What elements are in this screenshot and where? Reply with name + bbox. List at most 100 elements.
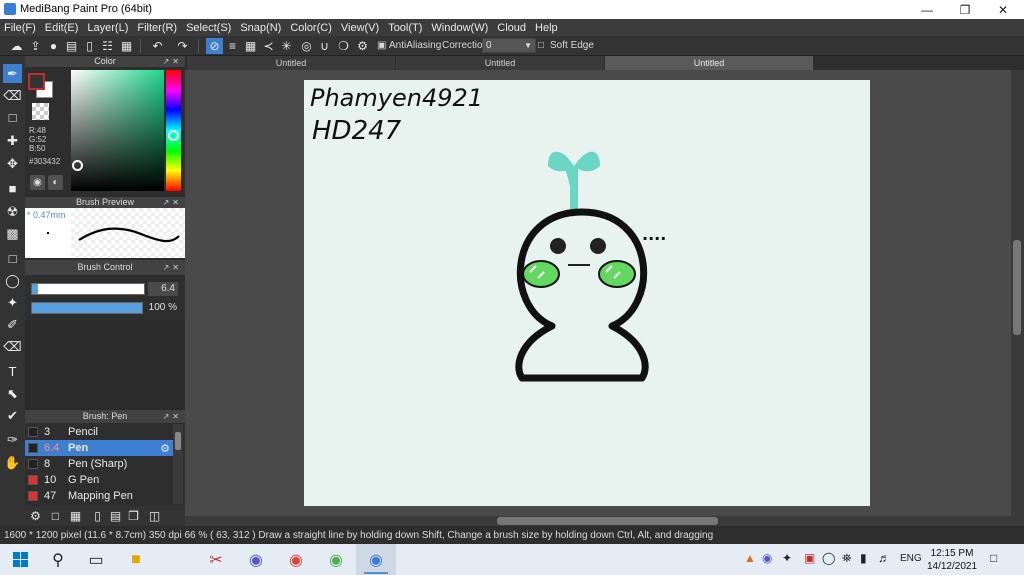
volume-icon[interactable]: ♬ (878, 551, 890, 565)
snap-radial-icon[interactable]: ✳ (278, 38, 295, 54)
menu-snap[interactable]: Snap(N) (240, 22, 281, 34)
restore-icon[interactable]: ❐ (946, 0, 984, 19)
menu-tool[interactable]: Tool(T) (388, 22, 422, 34)
antialiasing-checkbox-icon[interactable]: ▣ (377, 40, 386, 51)
tab-untitled-2[interactable]: Untitled (396, 56, 604, 70)
opacity-slider[interactable] (31, 302, 143, 314)
brush-copy-icon[interactable]: ❐ (125, 508, 142, 524)
tab-untitled-3[interactable]: Untitled (605, 56, 813, 70)
menu-color[interactable]: Color(C) (290, 22, 332, 34)
notification-icon[interactable]: □ (990, 551, 997, 565)
cloud-icon[interactable]: ☁ (8, 38, 25, 54)
menu-edit[interactable]: Edit(E) (45, 22, 79, 34)
vertical-scroll-thumb[interactable] (1013, 240, 1021, 335)
palette-icon[interactable]: ◉ (30, 175, 45, 190)
text-tool-icon[interactable]: T (3, 362, 22, 381)
comment-icon[interactable]: ● (45, 38, 62, 54)
menu-layer[interactable]: Layer(L) (87, 22, 128, 34)
redo-icon[interactable]: ↷ (174, 38, 191, 54)
color-cursor[interactable] (72, 160, 83, 171)
operation-tool-icon[interactable]: ⬉ (3, 384, 22, 403)
battery-icon[interactable]: ▮ (860, 551, 867, 565)
file-explorer-icon[interactable]: ■ (116, 544, 156, 575)
fill-rect-tool-icon[interactable]: ■ (3, 179, 22, 198)
foreground-color-swatch[interactable] (28, 73, 45, 90)
app-green-icon[interactable]: ◉ (316, 544, 356, 575)
divide-tool-icon[interactable]: ✔ (3, 406, 22, 425)
eyedropper-icon[interactable]: ✑ (3, 430, 22, 449)
taskbar-clock[interactable]: 12:15 PM 14/12/2021 (922, 547, 982, 573)
close-icon[interactable]: ✕ (984, 0, 1022, 19)
undo-icon[interactable]: ↶ (149, 38, 166, 54)
brush-list-item[interactable]: 8 Pen (Sharp) (25, 456, 173, 472)
line-tool-icon[interactable]: ✚ (3, 131, 22, 150)
snap-circle-icon[interactable]: ◎ (298, 38, 315, 54)
layout-icon[interactable]: ▦ (118, 38, 135, 54)
trash-icon[interactable]: ◫ (146, 508, 163, 524)
saturation-value-picker[interactable] (71, 70, 164, 191)
menu-select[interactable]: Select(S) (186, 22, 231, 34)
snap-grid-icon[interactable]: ▦ (242, 38, 259, 54)
brush-list-item[interactable]: 10 G Pen (25, 472, 173, 488)
language-indicator[interactable]: ENG (900, 553, 922, 564)
transparent-color-swatch[interactable] (32, 103, 49, 120)
hue-cursor[interactable] (168, 130, 179, 141)
page-icon[interactable]: ▯ (81, 38, 98, 54)
select-rect-icon[interactable]: □ (3, 249, 22, 268)
panel-close-icon[interactable]: ↗✕ (163, 410, 182, 423)
panel-close-icon[interactable]: ↗✕ (163, 260, 182, 275)
snipping-tool-icon[interactable]: ✂ (196, 544, 236, 575)
tab-untitled-1[interactable]: Untitled (187, 56, 395, 70)
eraser-tool-icon[interactable]: ⌫ (3, 86, 22, 105)
windows-start-icon[interactable] (0, 544, 40, 575)
new-brush-icon[interactable]: □ (47, 508, 64, 524)
brush-list-item[interactable]: 47 Mapping Pen (25, 488, 173, 504)
medibang-taskbar-icon[interactable]: ◉ (356, 544, 396, 575)
select-pen-icon[interactable]: ✐ (3, 315, 22, 334)
color-wheel-icon[interactable]: ◐ (48, 175, 63, 190)
brush-doc-icon[interactable]: ▯ (89, 508, 106, 524)
menu-window[interactable]: Window(W) (431, 22, 488, 34)
teams-icon[interactable]: ◉ (236, 544, 276, 575)
snap-ellipse-icon[interactable]: ❍ (335, 38, 352, 54)
brush-tool-icon[interactable]: ✒ (3, 64, 22, 83)
brush-list-scroll-thumb[interactable] (175, 432, 181, 450)
add-brush-icon[interactable]: ▦ (67, 508, 84, 524)
move-tool-icon[interactable]: ✥ (3, 154, 22, 173)
chrome-icon[interactable]: ◉ (276, 544, 316, 575)
panel-close-icon[interactable]: ↗✕ (163, 56, 182, 67)
horizontal-scroll-thumb[interactable] (497, 517, 718, 525)
menu-view[interactable]: View(V) (341, 22, 379, 34)
soft-edge-checkbox-icon[interactable]: □ (538, 40, 544, 51)
menu-help[interactable]: Help (535, 22, 558, 34)
snap-perspective-icon[interactable]: ≺ (260, 38, 277, 54)
bucket-tool-icon[interactable]: ☢ (3, 202, 22, 221)
share-icon[interactable]: ⇪ (27, 38, 44, 54)
menu-cloud[interactable]: Cloud (497, 22, 526, 34)
shield-icon[interactable]: ⛯ (842, 551, 852, 566)
avast-icon[interactable]: ▲ (744, 551, 756, 565)
gradient-tool-icon[interactable]: ▩ (3, 224, 22, 243)
dot-tool-icon[interactable]: □ (3, 108, 22, 127)
gear-icon[interactable]: ⚙ (354, 38, 371, 54)
brush-folder-icon[interactable]: ▤ (107, 508, 124, 524)
network-globe-icon[interactable]: ◯ (822, 551, 835, 565)
brush-size-slider[interactable] (31, 283, 145, 295)
menu-file[interactable]: File(F) (4, 22, 36, 34)
search-icon[interactable]: ⚲ (38, 544, 78, 575)
panel-close-icon[interactable]: ↗✕ (163, 197, 182, 208)
minimize-icon[interactable]: — (908, 0, 946, 19)
hand-tool-icon[interactable]: ✋ (3, 453, 22, 472)
chat-icon[interactable]: ▤ (63, 38, 80, 54)
bluetooth-icon[interactable]: ✦ (782, 551, 792, 565)
magic-wand-icon[interactable]: ✦ (3, 293, 22, 312)
lasso-icon[interactable]: ◯ (3, 271, 22, 290)
brush-gear-icon[interactable]: ⚙ (160, 442, 170, 455)
pages-icon[interactable]: ☷ (99, 38, 116, 54)
menu-filter[interactable]: Filter(R) (137, 22, 177, 34)
brush-list-item[interactable]: 6.4 Pen ⚙ (25, 440, 173, 456)
brush-size-value[interactable]: 6.4 (148, 282, 178, 296)
drawing-canvas[interactable]: Phamyen4921 HD247 .... (304, 80, 870, 506)
brush-list-scrollbar[interactable] (173, 424, 183, 504)
task-view-icon[interactable]: ▭ (76, 544, 116, 575)
